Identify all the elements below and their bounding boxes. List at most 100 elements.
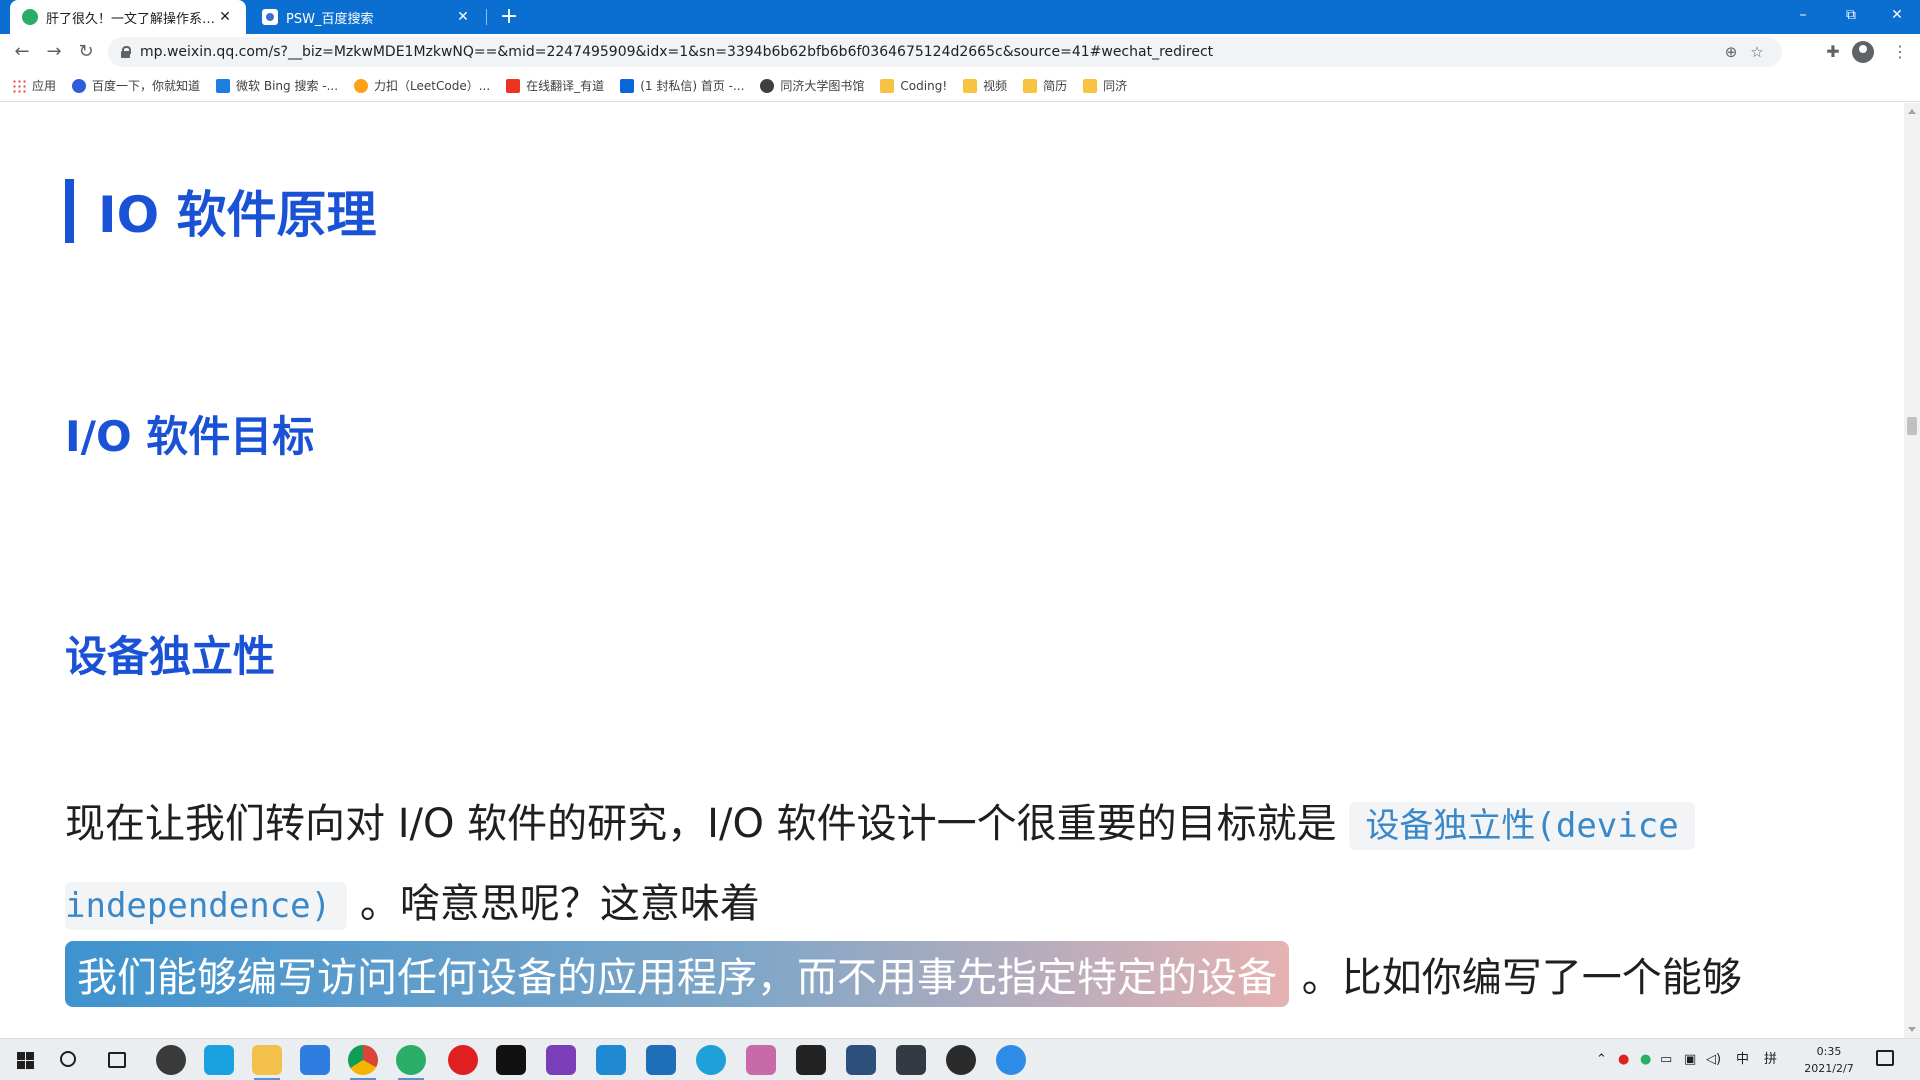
tab-wechat-article[interactable]: 肝了很久！一文了解操作系统 I/O ✕ <box>10 0 246 34</box>
scrollbar-thumb[interactable] <box>1907 417 1917 435</box>
zoom-icon[interactable]: ⊕ <box>1718 43 1744 61</box>
article-page: IO 软件原理 I/O 软件目标 设备独立性 现在让我们转向对 I/O 软件的研… <box>0 103 1904 1038</box>
jetbrains-icon[interactable] <box>496 1045 526 1075</box>
battery-icon[interactable]: ▭ <box>1660 1039 1672 1080</box>
taskbar-clock[interactable]: 0:35 2021/2/7 <box>1792 1043 1866 1077</box>
url-text[interactable]: mp.weixin.qq.com/s?__biz=MzkwMDE1MzkwNQ=… <box>140 44 1718 60</box>
wireshark-icon[interactable] <box>646 1045 676 1075</box>
tab-title: PSW_百度搜索 <box>286 11 374 27</box>
obs-icon[interactable] <box>946 1045 976 1075</box>
apps-grid-icon <box>12 78 26 93</box>
app-icon-4[interactable] <box>300 1045 330 1075</box>
heading-accent-bar <box>65 179 74 243</box>
baidu-paw-icon <box>72 78 87 93</box>
scroll-up-arrow-icon[interactable] <box>1908 109 1916 114</box>
notifications-icon[interactable] <box>1876 1050 1894 1066</box>
clock-time: 0:35 <box>1816 1045 1842 1058</box>
profile-avatar-icon[interactable] <box>1852 41 1874 63</box>
chrome-menu-icon[interactable]: ⋮ <box>1886 38 1914 66</box>
bookmark-star-icon[interactable]: ☆ <box>1744 43 1770 61</box>
edge-icon[interactable] <box>696 1045 726 1075</box>
visual-studio-icon[interactable] <box>546 1045 576 1075</box>
baidu-icon <box>262 9 278 25</box>
bookmark-folder-coding[interactable]: Coding! <box>880 78 947 93</box>
reload-button[interactable]: ↻ <box>72 38 100 66</box>
ime-mode-indicator[interactable]: 拼 <box>1764 1039 1777 1080</box>
app-icon-1[interactable] <box>156 1045 186 1075</box>
app-icon-16[interactable] <box>896 1045 926 1075</box>
app-icon-18[interactable] <box>996 1045 1026 1075</box>
section-heading: IO 软件原理 <box>65 175 377 247</box>
globe-icon <box>760 78 775 93</box>
vscode-icon[interactable] <box>596 1045 626 1075</box>
chrome-icon[interactable] <box>348 1045 378 1080</box>
bing-icon <box>216 78 231 93</box>
tray-wechat-icon[interactable]: ● <box>1640 1039 1651 1080</box>
app-icon-15[interactable] <box>846 1045 876 1075</box>
leetcode-icon <box>354 78 369 93</box>
bookmarks-bar: 应用 百度一下，你就知道 微软 Bing 搜索 -... 力扣（LeetCode… <box>0 70 1920 102</box>
forward-button[interactable]: → <box>40 38 68 66</box>
browser-toolbar: ← → ↻ mp.weixin.qq.com/s?__biz=MzkwMDE1M… <box>0 34 1920 70</box>
vertical-scrollbar[interactable] <box>1904 103 1920 1038</box>
close-window-button[interactable]: ✕ <box>1874 0 1920 30</box>
clock-date: 2021/2/7 <box>1804 1062 1854 1075</box>
volume-icon[interactable]: ◁) <box>1706 1039 1721 1080</box>
inline-code: 设备独立性(device <box>1349 802 1695 850</box>
app-icon-13[interactable] <box>746 1045 776 1075</box>
bookmark-tongji-library[interactable]: 同济大学图书馆 <box>760 77 864 94</box>
bookmark-zhihu[interactable]: (1 封私信) 首页 -... <box>620 77 744 94</box>
bookmark-leetcode[interactable]: 力扣（LeetCode）... <box>354 77 490 94</box>
inline-code: independence) <box>65 882 348 930</box>
file-explorer-icon[interactable] <box>252 1045 282 1080</box>
paragraph-line-1: 现在让我们转向对 I/O 软件的研究，I/O 软件设计一个很重要的目标就是 设备… <box>65 791 1695 850</box>
folder-icon <box>963 78 978 93</box>
new-tab-button[interactable]: + <box>496 4 522 30</box>
bookmark-apps[interactable]: 应用 <box>12 77 56 94</box>
zhihu-icon <box>620 78 635 93</box>
minimize-button[interactable]: – <box>1780 0 1826 30</box>
heading-io-software-principles: IO 软件原理 <box>98 186 377 244</box>
wechat-icon[interactable] <box>396 1045 426 1080</box>
youdao-icon <box>506 78 521 93</box>
tab-title: 肝了很久！一文了解操作系统 I/O <box>46 11 216 27</box>
tab-strip: 肝了很久！一文了解操作系统 I/O ✕ PSW_百度搜索 ✕ + – ⧉ ✕ <box>0 0 1920 34</box>
netease-music-icon[interactable] <box>448 1045 478 1075</box>
bookmark-baidu[interactable]: 百度一下，你就知道 <box>72 77 200 94</box>
terminal-icon[interactable] <box>796 1045 826 1075</box>
bookmark-youdao[interactable]: 在线翻译_有道 <box>506 77 604 94</box>
paragraph-text: 。啥意思呢？这意味着 <box>359 881 760 927</box>
back-button[interactable]: ← <box>8 38 36 66</box>
close-tab-icon[interactable]: ✕ <box>216 9 234 25</box>
bookmark-folder-resume[interactable]: 简历 <box>1023 77 1067 94</box>
highlighted-text: 我们能够编写访问任何设备的应用程序，而不用事先指定特定的设备 <box>65 941 1289 1007</box>
lock-icon[interactable] <box>120 46 131 58</box>
tab-separator <box>486 9 487 25</box>
close-tab-icon[interactable]: ✕ <box>454 9 472 25</box>
bookmark-bing[interactable]: 微软 Bing 搜索 -... <box>216 77 338 94</box>
bookmark-folder-tongji[interactable]: 同济 <box>1083 77 1127 94</box>
network-icon[interactable]: ▣ <box>1684 1039 1696 1080</box>
tray-overflow-chevron-icon[interactable]: ⌃ <box>1596 1039 1607 1080</box>
scroll-down-arrow-icon[interactable] <box>1908 1027 1916 1032</box>
windows-taskbar: ⌃ ● ● ▭ ▣ ◁) 中 拼 0:35 2021/2/7 <box>0 1038 1920 1080</box>
heading-device-independence: 设备独立性 <box>65 632 276 681</box>
windows-start-icon[interactable] <box>12 1047 38 1073</box>
address-bar[interactable]: mp.weixin.qq.com/s?__biz=MzkwMDE1MzkwNQ=… <box>108 37 1782 67</box>
tab-baidu-search[interactable]: PSW_百度搜索 ✕ <box>250 0 484 34</box>
paragraph-text: 。比如你编写了一个能够 <box>1301 955 1742 1001</box>
search-icon[interactable] <box>60 1051 76 1067</box>
paragraph-text: 现在让我们转向对 I/O 软件的研究，I/O 软件设计一个很重要的目标就是 <box>65 801 1337 847</box>
restore-button[interactable]: ⧉ <box>1828 0 1874 30</box>
extensions-icon[interactable]: ✚ <box>1819 38 1847 66</box>
paragraph-line-2: independence) 。啥意思呢？这意味着 <box>65 871 760 930</box>
ime-language-indicator[interactable]: 中 <box>1736 1039 1749 1080</box>
folder-icon <box>880 78 895 93</box>
app-icon-2[interactable] <box>204 1045 234 1075</box>
tray-netease-icon[interactable]: ● <box>1618 1039 1629 1080</box>
heading-io-software-goals: I/O 软件目标 <box>65 412 315 461</box>
folder-icon <box>1083 78 1098 93</box>
bookmark-folder-video[interactable]: 视频 <box>963 77 1007 94</box>
task-view-icon[interactable] <box>108 1052 126 1068</box>
folder-icon <box>1023 78 1038 93</box>
